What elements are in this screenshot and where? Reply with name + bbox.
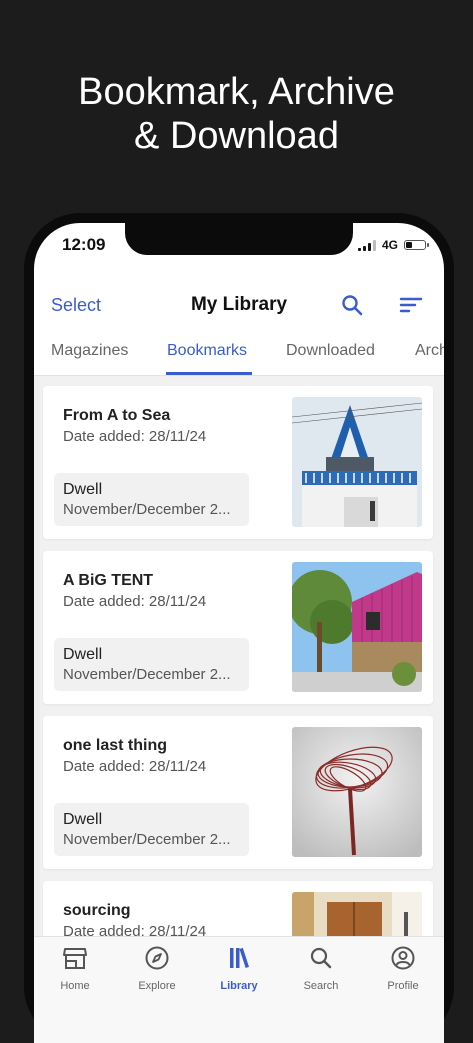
phone-screen: 12:09 4G Select My Library Magazines Boo… — [34, 223, 444, 1043]
search-icon[interactable] — [340, 293, 364, 317]
battery-icon — [404, 240, 429, 250]
list-item[interactable]: From A to Sea Date added: 28/11/24 Dwell… — [43, 386, 433, 539]
pink-house-image — [292, 562, 422, 692]
compass-icon — [145, 946, 169, 970]
date-added: Date added: 28/11/24 — [63, 428, 207, 445]
page-title: My Library — [190, 294, 288, 315]
sort-icon[interactable] — [398, 293, 424, 317]
headline-line-1: Bookmark, Archive — [78, 71, 395, 113]
headline-line-2: & Download — [134, 115, 339, 157]
date-added: Date added: 28/11/24 — [63, 758, 207, 775]
tab-downloaded[interactable]: Downloaded — [286, 342, 375, 360]
tabbar-library[interactable]: Library — [198, 945, 280, 992]
profile-icon — [391, 946, 415, 970]
signal-icon — [357, 239, 376, 251]
article-title: one last thing — [63, 737, 167, 754]
tab-archived[interactable]: Arch — [415, 342, 444, 360]
article-title: sourcing — [63, 902, 131, 919]
interior-image — [292, 892, 422, 936]
magazine-name: Dwell — [63, 646, 103, 663]
magazine-chip[interactable]: Dwell November/December 2... — [54, 473, 249, 526]
tabbar-home[interactable]: Home — [34, 945, 116, 992]
status-time: 12:09 — [62, 235, 106, 254]
magazine-issue: November/December 2... — [63, 666, 231, 683]
magazine-name: Dwell — [63, 481, 103, 498]
tabbar-search[interactable]: Search — [280, 945, 362, 992]
tab-magazines[interactable]: Magazines — [51, 342, 128, 360]
magazine-issue: November/December 2... — [63, 831, 231, 848]
article-title: A BiG TENT — [63, 572, 154, 589]
tabbar-label: Search — [303, 980, 339, 992]
magazine-issue: November/December 2... — [63, 501, 231, 518]
tabbar-explore[interactable]: Explore — [116, 945, 198, 992]
library-icon — [230, 947, 249, 968]
active-tab-indicator — [166, 372, 252, 375]
a-frame-house-image — [292, 397, 422, 527]
article-title: From A to Sea — [63, 407, 171, 424]
list-item[interactable]: A BiG TENT Date added: 28/11/24 Dwell No… — [43, 551, 433, 704]
list-item[interactable]: sourcing Date added: 28/11/24 — [43, 881, 433, 936]
tabbar-profile[interactable]: Profile — [362, 945, 444, 992]
sculpture-image — [292, 727, 422, 857]
tabbar-label: Explore — [138, 980, 176, 992]
headline: Bookmark, Archive & Download — [0, 70, 473, 158]
list-item[interactable]: one last thing Date added: 28/11/24 Dwel… — [43, 716, 433, 869]
date-added: Date added: 28/11/24 — [63, 923, 207, 936]
magazine-chip[interactable]: Dwell November/December 2... — [54, 638, 249, 691]
search-icon — [310, 947, 332, 969]
magazine-name: Dwell — [63, 811, 103, 828]
tabbar-label: Library — [220, 980, 258, 992]
notch — [125, 223, 353, 255]
network-label: 4G — [381, 238, 398, 252]
store-icon — [63, 948, 87, 969]
tab-bookmarks[interactable]: Bookmarks — [167, 342, 247, 360]
tabbar-label: Profile — [387, 980, 419, 992]
bottom-tab-bar: Home Explore Library Search Profile — [34, 936, 444, 1043]
tabbar-label: Home — [60, 980, 90, 992]
bookmark-list[interactable]: From A to Sea Date added: 28/11/24 Dwell… — [34, 376, 444, 936]
magazine-chip[interactable]: Dwell November/December 2... — [54, 803, 249, 856]
date-added: Date added: 28/11/24 — [63, 593, 207, 610]
library-tabs: Magazines Bookmarks Downloaded Arch — [34, 335, 444, 376]
status-indicators: 4G — [357, 238, 429, 252]
